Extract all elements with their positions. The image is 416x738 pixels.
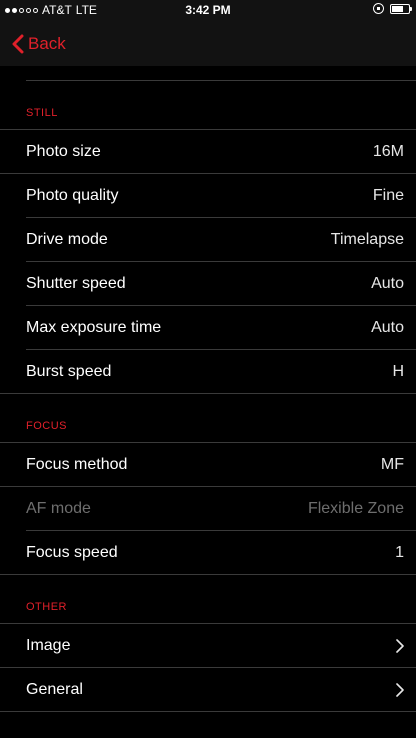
navigation-bar: Back (0, 20, 416, 66)
status-bar: AT&T LTE 3:42 PM (0, 0, 416, 20)
back-label: Back (28, 34, 66, 53)
chevron-right-icon (396, 638, 404, 653)
row-value: 1 (395, 543, 404, 561)
row-value: Timelapse (330, 230, 404, 248)
row-value: MF (380, 455, 404, 473)
row-general[interactable]: General (0, 668, 416, 712)
row-value: Flexible Zone (307, 499, 404, 517)
row-value: Auto (371, 318, 404, 336)
row-drive-mode[interactable]: Drive mode Timelapse (26, 218, 416, 262)
row-max-exposure-time[interactable]: Max exposure time Auto (26, 306, 416, 350)
row-focus-method[interactable]: Focus method MF (0, 442, 416, 487)
chevron-left-icon (12, 34, 24, 54)
row-label: Focus speed (26, 543, 118, 561)
row-label: Focus method (26, 455, 128, 473)
row-label: AF mode (26, 499, 91, 517)
row-image[interactable]: Image (0, 623, 416, 668)
row-burst-speed[interactable]: Burst speed H (0, 350, 416, 394)
battery-icon (390, 3, 412, 14)
row-photo-size[interactable]: Photo size 16M (0, 129, 416, 174)
row-label: Burst speed (26, 362, 112, 380)
row-af-mode: AF mode Flexible Zone (26, 487, 416, 531)
row-value: 16M (372, 142, 404, 160)
row-label: Shutter speed (26, 274, 126, 292)
status-time: 3:42 PM (185, 3, 231, 17)
back-button[interactable]: Back (12, 34, 66, 54)
row-label: Drive mode (26, 230, 108, 248)
row-value: H (392, 362, 404, 380)
chevron-right-icon (396, 682, 404, 697)
row-shutter-speed[interactable]: Shutter speed Auto (26, 262, 416, 306)
row-label: Image (26, 636, 71, 654)
row-focus-speed[interactable]: Focus speed 1 (0, 531, 416, 575)
row-label: General (26, 680, 83, 698)
row-label: Photo quality (26, 186, 119, 204)
section-header-focus: FOCUS (26, 420, 67, 432)
row-label: Photo size (26, 142, 101, 160)
row-value: Auto (371, 274, 404, 292)
lock-rotation-icon (373, 3, 384, 14)
status-right (373, 3, 412, 14)
settings-list[interactable]: STILL Photo size 16M Photo quality Fine … (0, 66, 416, 738)
section-header-other: OTHER (26, 601, 67, 613)
row-label: Max exposure time (26, 318, 162, 336)
row-photo-quality[interactable]: Photo quality Fine (26, 174, 416, 218)
row-value: Fine (372, 186, 404, 204)
clipped-previous-row (26, 66, 416, 81)
section-header-still: STILL (26, 107, 58, 119)
